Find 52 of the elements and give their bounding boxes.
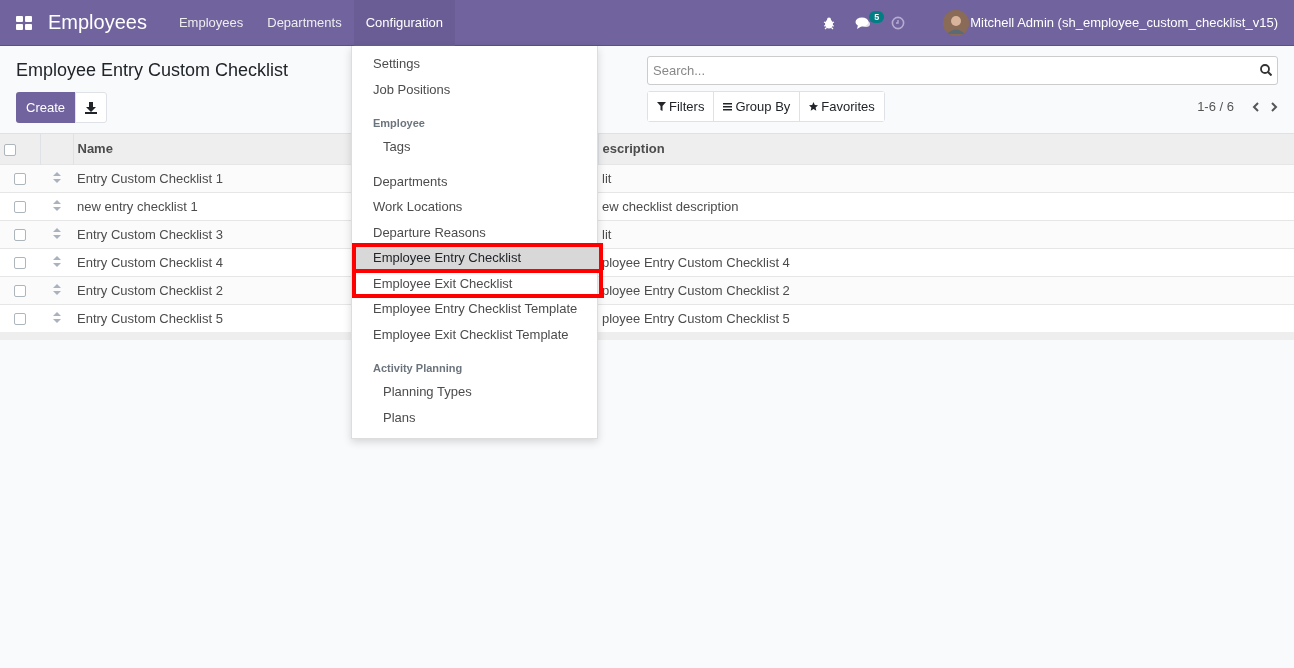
search-field[interactable]: Search... [647, 56, 1278, 85]
dropdown-item[interactable]: Settings [352, 51, 597, 77]
dropdown-item[interactable]: Departments [352, 168, 597, 194]
column-header[interactable]: escription [598, 134, 1294, 164]
nav-menu[interactable]: Employees [166, 0, 256, 46]
create-button[interactable]: Create [16, 92, 76, 123]
avatar-icon[interactable] [943, 9, 970, 36]
download-button[interactable] [75, 92, 108, 123]
row-checkbox[interactable] [14, 285, 26, 298]
search-icon[interactable] [1260, 64, 1272, 76]
nav-menu[interactable]: Configuration [353, 0, 455, 46]
dropdown-item[interactable]: Work Locations [352, 194, 597, 220]
chat-icon[interactable] [855, 16, 872, 29]
dropdown-item[interactable]: Job Positions [352, 76, 597, 102]
row-checkbox[interactable] [14, 201, 26, 214]
list-icon[interactable] [723, 102, 733, 111]
drag-handle-icon[interactable] [52, 311, 61, 323]
filter-icon[interactable] [657, 102, 666, 111]
previous-icon[interactable] [1252, 101, 1260, 112]
bug-icon[interactable] [823, 15, 836, 30]
star-icon[interactable] [809, 102, 819, 111]
dropdown-item[interactable]: Tags [352, 134, 597, 160]
clock-icon[interactable] [891, 15, 906, 30]
row-checkbox[interactable] [14, 173, 26, 186]
menu-section-header: Employee [372, 116, 426, 131]
select-all-checkbox[interactable] [4, 143, 16, 156]
drag-handle-icon[interactable] [52, 199, 61, 211]
app-name: Employees [48, 11, 147, 34]
row-checkbox[interactable] [14, 313, 26, 326]
dropdown-item[interactable]: Departure Reasons [352, 219, 597, 245]
row-checkbox[interactable] [14, 257, 26, 270]
menu-section-header: Activity Planning [372, 361, 464, 376]
drag-handle-icon[interactable] [52, 171, 61, 183]
filter-button[interactable]: Filters [648, 92, 715, 121]
table-cell: lit [598, 220, 1294, 248]
drag-handle-icon[interactable] [52, 283, 61, 295]
table-cell: ployee Entry Custom Checklist 2 [598, 276, 1294, 304]
apps-menu-icon[interactable] [16, 15, 32, 30]
message-count-badge: 5 [869, 10, 885, 23]
row-checkbox[interactable] [14, 229, 26, 242]
dropdown-item[interactable]: Planning Types [352, 379, 597, 405]
download-icon[interactable] [85, 101, 98, 114]
user-name[interactable]: Mitchell Admin (sh_employee_custom_checklist_v15) [970, 15, 1278, 30]
drag-handle-icon[interactable] [52, 255, 61, 267]
dropdown-item[interactable]: Plans [352, 404, 597, 430]
dropdown-item[interactable]: Employee Entry Checklist [354, 245, 601, 271]
next-icon[interactable] [1270, 101, 1278, 112]
nav-menu[interactable]: Departments [255, 0, 354, 46]
pager-value: 1-6 / 6 [1197, 99, 1234, 114]
table-cell: lit [598, 164, 1294, 192]
page-title: Employee Entry Custom Checklist [16, 60, 289, 81]
drag-handle-icon[interactable] [52, 227, 61, 239]
